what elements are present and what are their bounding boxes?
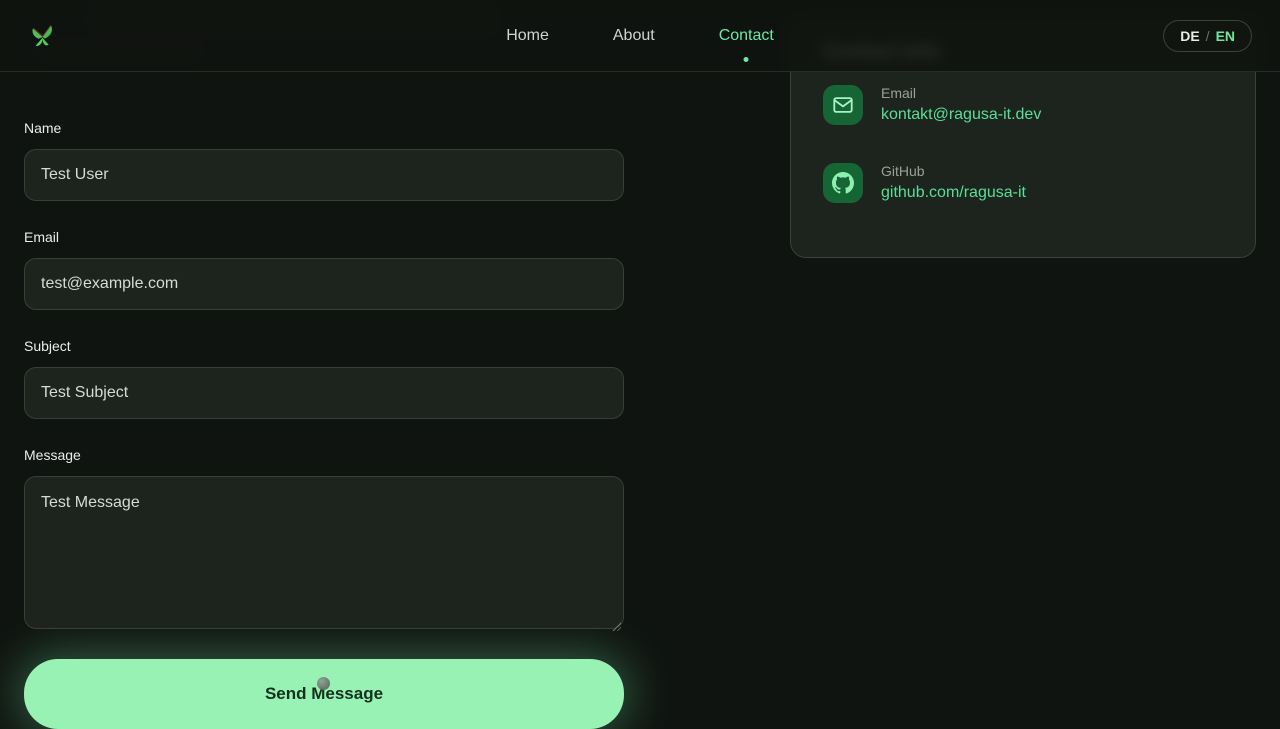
contact-info-row-email: Email kontakt@ragusa-it.dev	[823, 85, 1223, 125]
contact-info-github-text: GitHub github.com/ragusa-it	[881, 164, 1026, 202]
contact-info-email-text: Email kontakt@ragusa-it.dev	[881, 86, 1041, 124]
email-address-link[interactable]: kontakt@ragusa-it.dev	[881, 106, 1041, 123]
nav-item-about[interactable]: About	[613, 26, 655, 46]
email-row-label: Email	[881, 86, 1041, 100]
language-option-de[interactable]: DE	[1180, 28, 1199, 44]
github-profile-link[interactable]: github.com/ragusa-it	[881, 184, 1026, 201]
language-separator: /	[1206, 28, 1210, 44]
subject-field-group: Subject	[24, 339, 624, 419]
nav-item-home[interactable]: Home	[506, 26, 549, 46]
send-message-button[interactable]: Send Message	[24, 659, 624, 729]
language-option-en[interactable]: EN	[1216, 28, 1235, 44]
language-toggle[interactable]: DE / EN	[1163, 20, 1252, 52]
message-field-group: Message Test Message	[24, 448, 624, 634]
navbar: Home About Contact DE / EN	[0, 0, 1280, 72]
nav-links: Home About Contact	[506, 26, 774, 46]
email-input[interactable]	[24, 258, 624, 310]
navbar-left	[28, 21, 506, 51]
message-textarea[interactable]: Test Message	[24, 476, 624, 629]
subject-input[interactable]	[24, 367, 624, 419]
contact-form: Name Email Subject Message Test Message …	[24, 0, 624, 729]
nav-item-contact[interactable]: Contact	[719, 26, 774, 46]
message-label: Message	[24, 448, 624, 463]
contact-info-row-github: GitHub github.com/ragusa-it	[823, 163, 1223, 203]
github-row-label: GitHub	[881, 164, 1026, 178]
nav-item-contact-label: Contact	[719, 27, 774, 44]
name-input[interactable]	[24, 149, 624, 201]
mail-icon	[823, 85, 863, 125]
name-label: Name	[24, 121, 624, 136]
logo-butterfly-icon[interactable]	[28, 21, 56, 51]
email-label: Email	[24, 230, 624, 245]
navbar-right: DE / EN	[774, 20, 1252, 52]
github-icon	[823, 163, 863, 203]
name-field-group: Name	[24, 121, 624, 201]
subject-label: Subject	[24, 339, 624, 354]
active-nav-dot	[744, 57, 749, 62]
email-field-group: Email	[24, 230, 624, 310]
